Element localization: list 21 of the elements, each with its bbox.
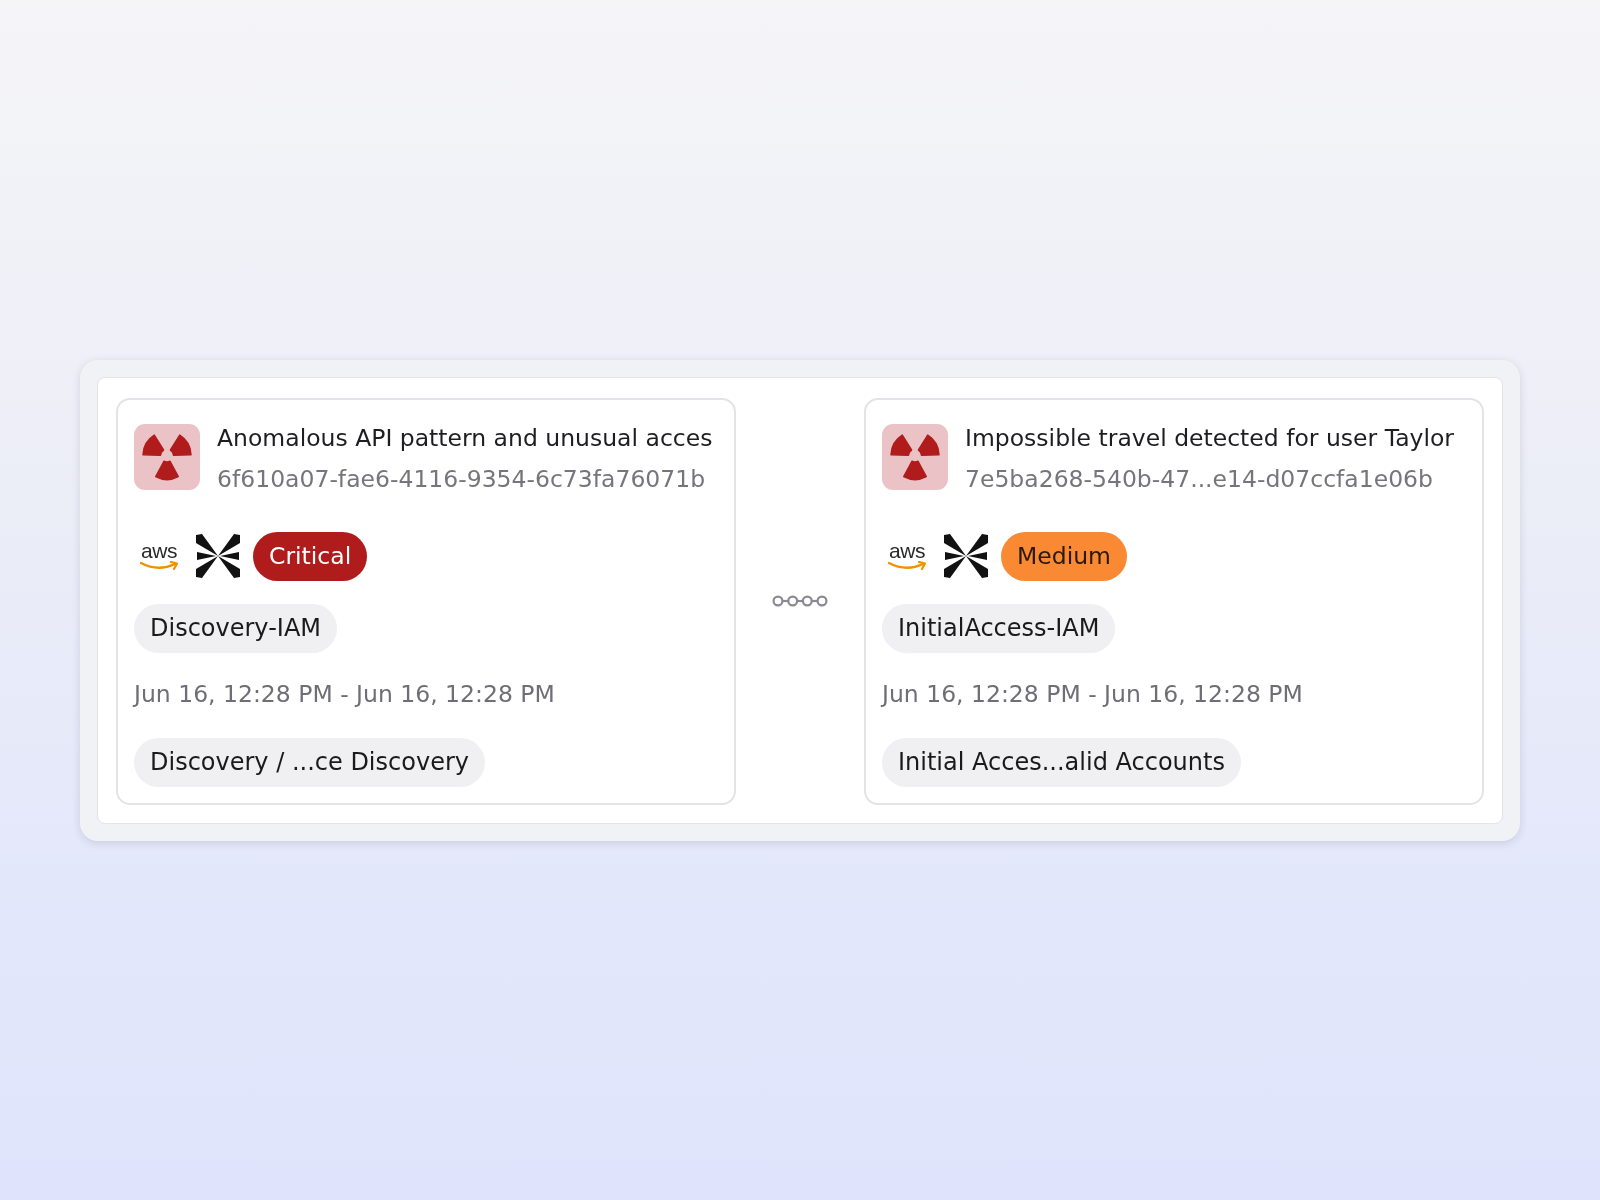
- time-range: Jun 16, 12:28 PM - Jun 16, 12:28 PM: [882, 678, 1303, 710]
- crossed-wedges-icon: [944, 534, 988, 578]
- technique-tag: Discovery / ...ce Discovery: [134, 737, 485, 787]
- aws-logo: aws: [138, 541, 180, 571]
- tactic-tag: InitialAccess-IAM: [882, 603, 1116, 653]
- alert-title: Anomalous API pattern and unusual acces: [217, 423, 713, 452]
- tactic-tag: Discovery-IAM: [134, 603, 337, 653]
- time-range: Jun 16, 12:28 PM - Jun 16, 12:28 PM: [134, 678, 555, 710]
- crossed-wedges-icon: [196, 534, 240, 578]
- aws-logo: aws: [886, 541, 928, 571]
- severity-badge: Medium: [1001, 531, 1127, 581]
- alert-card[interactable]: Anomalous API pattern and unusual acces 6f610a07-fae6-4116-9354-6c73fa76071b aws Critical Discovery-IAM Jun 16, 12:28 PM - Jun 16, 12:28 PM Discovery / ...ce Discovery: [116, 397, 736, 805]
- radiation-icon: [882, 423, 948, 490]
- alert-card[interactable]: Impossible travel detected for user Taylor 7e5ba268-540b-47...e14-d07ccfa1e06b aws Medium InitialAccess-IAM Jun 16, 12:28 PM - Jun 16, 12:28 PM Initial Acces...alid Accounts: [864, 397, 1484, 805]
- alert-title: Impossible travel detected for user Taylor: [965, 423, 1455, 452]
- alert-id: 7e5ba268-540b-47...e14-d07ccfa1e06b: [965, 464, 1434, 493]
- alert-id: 6f610a07-fae6-4116-9354-6c73fa76071b: [217, 464, 707, 493]
- radiation-icon: [134, 423, 200, 490]
- severity-badge: Critical: [253, 531, 368, 581]
- technique-tag: Initial Acces...alid Accounts: [882, 737, 1241, 787]
- chain-link-icon: [772, 595, 828, 607]
